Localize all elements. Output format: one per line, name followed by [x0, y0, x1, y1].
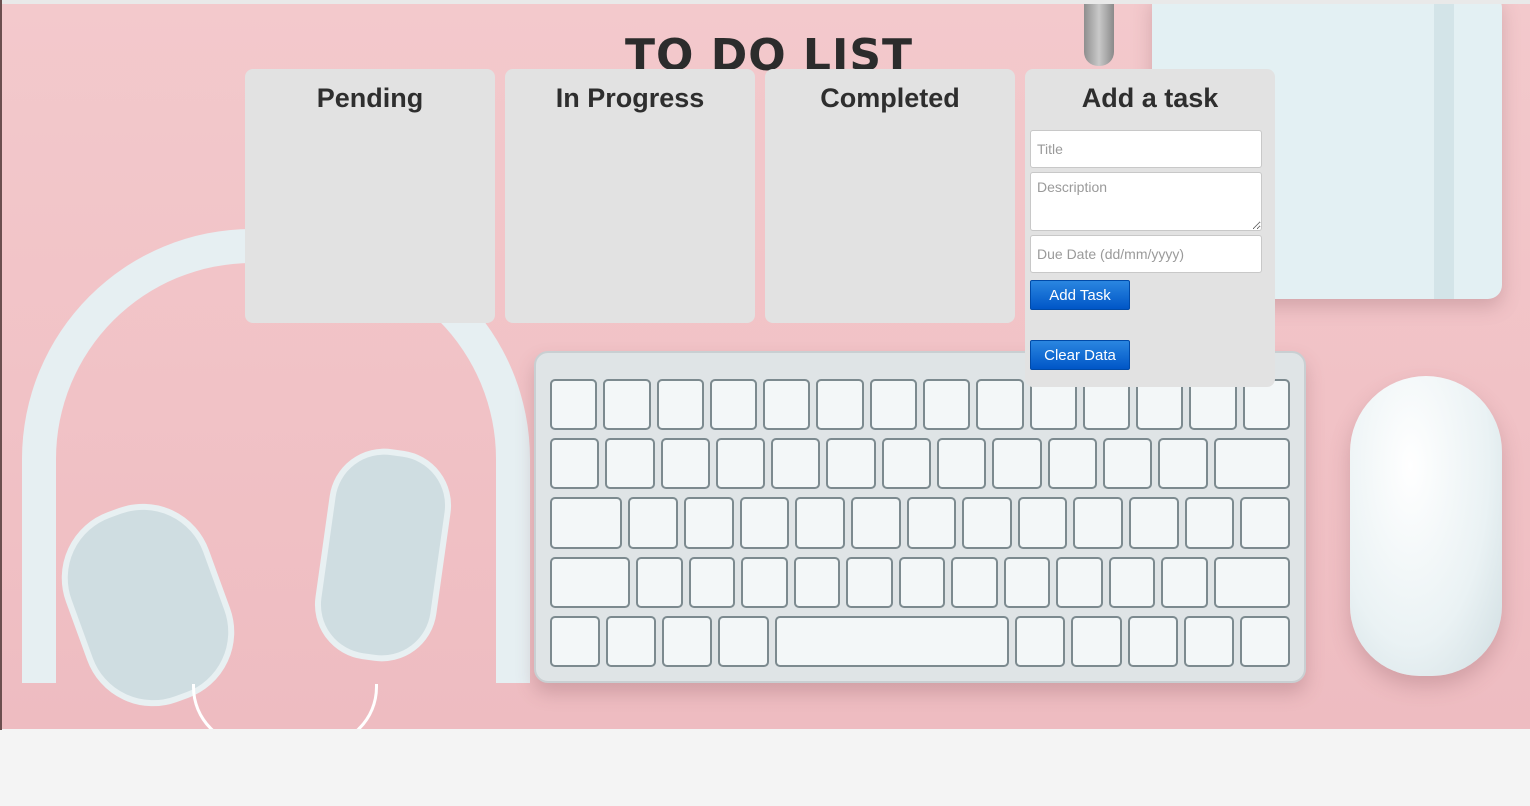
board-completed: Completed	[765, 69, 1015, 323]
task-due-date-input[interactable]	[1030, 235, 1262, 273]
mouse-image	[1350, 376, 1502, 676]
headphones-cable-image	[192, 684, 378, 729]
keyboard-image	[534, 351, 1306, 683]
clear-data-button[interactable]: Clear Data	[1030, 340, 1130, 370]
task-title-input[interactable]	[1030, 130, 1262, 168]
board-title-in-progress: In Progress	[555, 83, 705, 113]
board-title-completed: Completed	[820, 83, 960, 113]
board-pending: Pending	[245, 69, 495, 323]
page-footer	[2, 729, 1530, 806]
board-in-progress: In Progress	[505, 69, 755, 323]
board-title-pending: Pending	[316, 83, 424, 113]
add-task-heading: Add a task	[1081, 83, 1219, 113]
add-task-panel: Add a task Add Task Clear Data	[1025, 69, 1275, 387]
add-task-button[interactable]: Add Task	[1030, 280, 1130, 310]
task-description-input[interactable]	[1030, 172, 1262, 231]
